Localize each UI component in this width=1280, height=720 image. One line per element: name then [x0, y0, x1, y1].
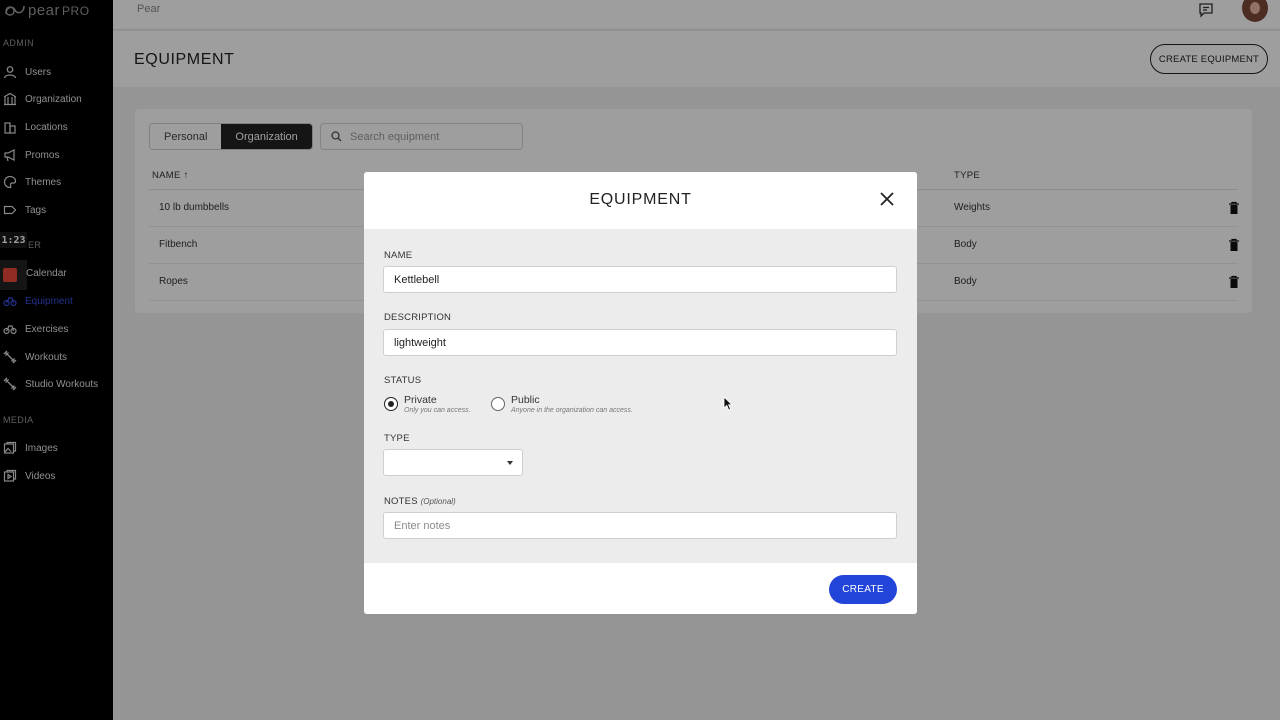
modal-header: EQUIPMENT	[364, 172, 917, 229]
notes-label-text: NOTES	[384, 496, 418, 507]
equipment-modal: EQUIPMENT NAME DESCRIPTION STATUS Privat…	[364, 172, 917, 614]
radio-hint: Anyone in the organization can access.	[511, 407, 633, 414]
description-field[interactable]	[383, 329, 897, 356]
radio-unselected-icon	[491, 397, 505, 411]
type-select[interactable]	[383, 449, 523, 476]
type-label: TYPE	[384, 433, 410, 444]
close-icon[interactable]	[879, 191, 895, 207]
notes-optional-hint: (Optional)	[420, 497, 456, 506]
chevron-down-icon	[507, 461, 513, 465]
radio-text: Public Anyone in the organization can ac…	[511, 394, 633, 414]
status-private-radio[interactable]: Private Only you can access.	[384, 394, 471, 414]
mouse-cursor-icon	[723, 396, 733, 411]
status-label: STATUS	[384, 375, 422, 386]
radio-label: Private	[404, 394, 437, 406]
radio-selected-icon	[384, 397, 398, 411]
name-label: NAME	[384, 250, 413, 261]
create-button[interactable]: CREATE	[829, 575, 897, 604]
modal-title: EQUIPMENT	[589, 191, 692, 208]
name-field[interactable]	[383, 266, 897, 293]
radio-label: Public	[511, 394, 540, 406]
description-label: DESCRIPTION	[384, 312, 452, 323]
status-public-radio[interactable]: Public Anyone in the organization can ac…	[491, 394, 633, 414]
modal-footer: CREATE	[364, 563, 917, 614]
radio-text: Private Only you can access.	[404, 394, 471, 414]
notes-field[interactable]	[383, 512, 897, 539]
radio-hint: Only you can access.	[404, 407, 471, 414]
notes-label: NOTES (Optional)	[384, 496, 456, 507]
